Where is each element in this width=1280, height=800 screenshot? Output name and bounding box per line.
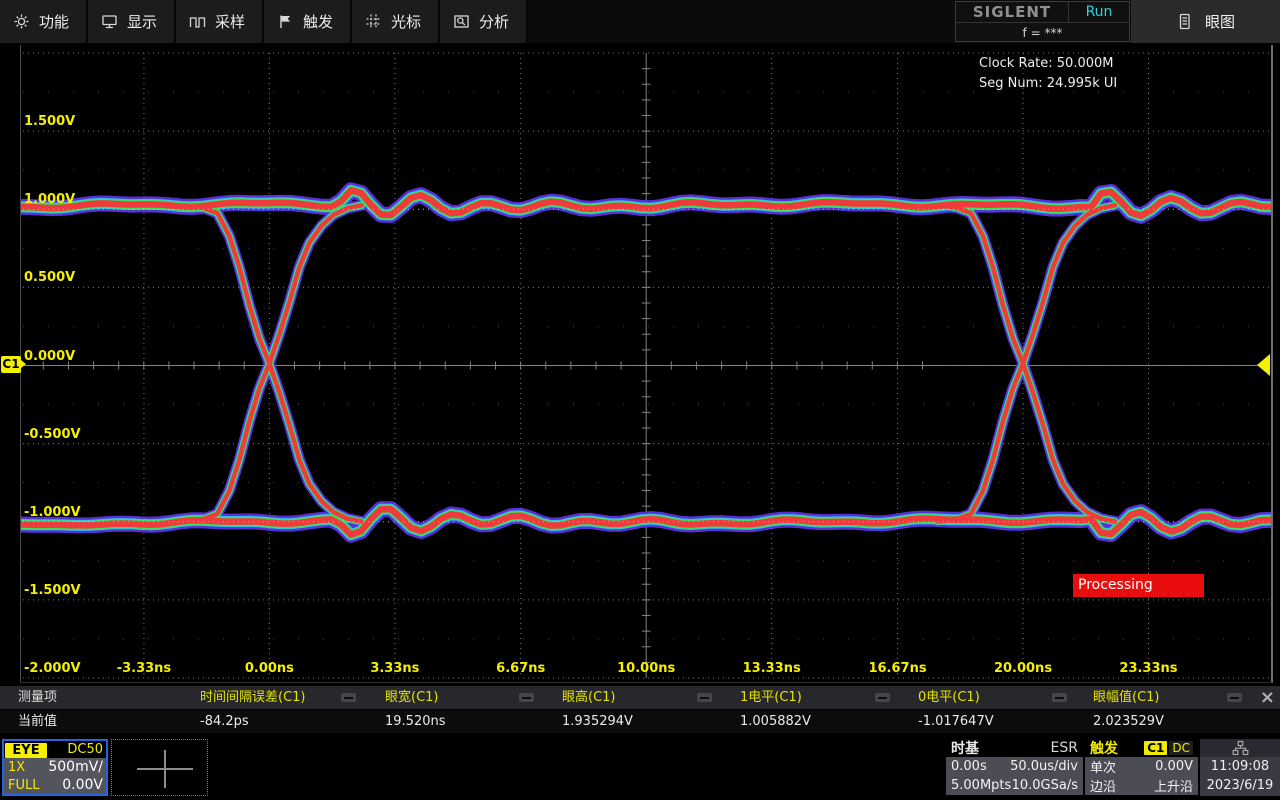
x-axis-label: 23.33ns [1119, 661, 1177, 676]
measurement-header-5[interactable]: 0电平(C1) [918, 686, 980, 709]
x-axis-label: 10.00ns [617, 661, 675, 676]
trigger-title: 触发 [1090, 738, 1118, 758]
measurement-value-2: 19.520ns [385, 710, 446, 733]
waveform-display-area[interactable]: Clock Rate: 50.000M Seg Num: 24.995k UI … [20, 45, 1273, 683]
crosshair-icon [164, 750, 166, 788]
x-axis-label: 0.00ns [245, 661, 294, 676]
run-state-indicator[interactable]: Run [1069, 2, 1129, 22]
measurement-header-3[interactable]: 眼高(C1) [562, 686, 616, 709]
y-axis-label: -2.000V [24, 661, 81, 676]
menu-item-analysis[interactable]: 分析 [440, 0, 528, 43]
remove-measurement-button[interactable] [1227, 693, 1242, 702]
menu-item-acquire[interactable]: 采样 [176, 0, 264, 43]
y-axis-label: 0.000V [24, 349, 75, 364]
menu-item-cursors[interactable]: 光标 [352, 0, 440, 43]
measurement-value-6: 2.023529V [1093, 710, 1164, 733]
trigger-mode: 单次 [1090, 757, 1116, 776]
x-axis-label: 6.67ns [496, 661, 545, 676]
network-icon [1232, 740, 1249, 757]
remove-measurement-button[interactable] [341, 693, 356, 702]
bandwidth-limit: FULL [8, 778, 39, 793]
current-value-label: 当前值 [18, 710, 57, 733]
channel-name-badge: EYE [5, 743, 47, 758]
timebase-box[interactable]: 时基 ESR 0.00s 50.0us/div 5.00Mpts 10.0GSa… [946, 739, 1083, 796]
memory-depth: 5.00Mpts [951, 778, 1011, 793]
monitor-icon [101, 13, 118, 30]
y-axis-label: -1.000V [24, 505, 81, 520]
measurement-value-row: 当前值 -84.2ps 19.520ns 1.935294V 1.005882V -1.… [0, 710, 1280, 733]
mode-tab-label: 眼图 [1205, 11, 1235, 32]
x-axis-label: -3.33ns [117, 661, 171, 676]
trigger-slope: 上升沿 [1154, 776, 1193, 795]
zoom-preview-box[interactable] [111, 739, 208, 796]
channel-coupling: DC50 [67, 742, 103, 757]
trigger-level-marker[interactable] [1257, 354, 1270, 376]
timebase-mode: ESR [1051, 740, 1078, 756]
gear-icon [13, 13, 30, 30]
clock-rate-readout: Clock Rate: 50.000M [979, 56, 1113, 71]
menu-bar: 功能显示采样触发光标分析 [0, 0, 540, 43]
processing-status-badge: Processing [1073, 574, 1204, 597]
x-axis-label: 16.67ns [868, 661, 926, 676]
remove-measurement-button[interactable] [697, 693, 712, 702]
sample-rate: 10.0GSa/s [1012, 778, 1078, 793]
siglent-logo: SIGLENT [956, 2, 1069, 22]
trigger-source-badge: C1 [1144, 741, 1167, 755]
timebase-scale: 50.0us/div [1010, 759, 1078, 774]
y-axis-label: -0.500V [24, 427, 81, 442]
y-axis-label: 1.500V [24, 114, 75, 129]
measurement-value-1: -84.2ps [200, 710, 249, 733]
remove-measurement-button[interactable] [1052, 693, 1067, 702]
list-icon [1176, 13, 1193, 30]
x-axis-label: 20.00ns [994, 661, 1052, 676]
y-axis-label: 0.500V [24, 270, 75, 285]
measurement-value-3: 1.935294V [562, 710, 633, 733]
trigger-frequency-readout: f = *** [956, 23, 1129, 42]
close-icon[interactable]: × [1260, 686, 1275, 709]
clock-date: 2023/6/19 [1200, 776, 1280, 795]
flag-icon [277, 13, 294, 30]
status-panel: SIGLENT Run f = *** [955, 1, 1130, 42]
y-axis-label: 1.000V [24, 192, 75, 207]
measurement-header-2[interactable]: 眼宽(C1) [385, 686, 439, 709]
measurement-table: 测量项 时间间隔误差(C1) 眼宽(C1) 眼高(C1) 1电平(C1) 0电平(C1)… [0, 686, 1280, 733]
trigger-level: 0.00V [1155, 759, 1193, 774]
channel-offset: 0.00V [62, 777, 103, 793]
menu-item-function[interactable]: 功能 [0, 0, 88, 43]
x-axis-label: 3.33ns [370, 661, 419, 676]
trigger-type: 边沿 [1090, 776, 1116, 795]
channel-descriptor-box[interactable]: EYE DC50 1X 500mV/ FULL 0.00V [2, 739, 108, 796]
y-axis-label: -1.500V [24, 583, 81, 598]
datetime-box[interactable]: 11:09:08 2023/6/19 [1200, 739, 1280, 796]
remove-measurement-button[interactable] [875, 693, 890, 702]
measurement-header-1[interactable]: 时间间隔误差(C1) [200, 686, 306, 709]
trigger-box[interactable]: 触发 C1 DC 单次 0.00V 边沿 上升沿 [1085, 739, 1198, 796]
segment-count-readout: Seg Num: 24.995k UI [979, 76, 1117, 91]
menu-item-display[interactable]: 显示 [88, 0, 176, 43]
oscilloscope-screen: 功能显示采样触发光标分析 SIGLENT Run f = *** 眼图 Cloc… [0, 0, 1280, 800]
timebase-delay: 0.00s [951, 759, 987, 774]
vertical-scale: 500mV/ [48, 759, 103, 775]
measurement-value-4: 1.005882V [740, 710, 811, 733]
measurement-header-row: 测量项 时间间隔误差(C1) 眼宽(C1) 眼高(C1) 1电平(C1) 0电平(C1)… [0, 686, 1280, 709]
remove-measurement-button[interactable] [519, 693, 534, 702]
magnifier-icon [453, 13, 470, 30]
x-axis-label: 13.33ns [743, 661, 801, 676]
sampling-icon [189, 13, 206, 30]
cursor-grid-icon [365, 13, 382, 30]
clock-time: 11:09:08 [1200, 757, 1280, 776]
measurement-value-5: -1.017647V [918, 710, 994, 733]
measurement-header-4[interactable]: 1电平(C1) [740, 686, 802, 709]
channel-c1-offset-marker[interactable]: C1 [1, 356, 21, 373]
timebase-title: 时基 [951, 738, 979, 758]
bottom-status-bar: EYE DC50 1X 500mV/ FULL 0.00V 时基 ESR 0.0… [0, 736, 1280, 800]
menu-item-trigger[interactable]: 触发 [264, 0, 352, 43]
tab-eye-diagram[interactable]: 眼图 [1131, 0, 1280, 43]
trigger-coupling: DC [1169, 741, 1193, 755]
probe-attenuation: 1X [8, 760, 25, 775]
measurement-header-6[interactable]: 眼幅值(C1) [1093, 686, 1160, 709]
measurement-items-label: 测量项 [18, 686, 57, 709]
